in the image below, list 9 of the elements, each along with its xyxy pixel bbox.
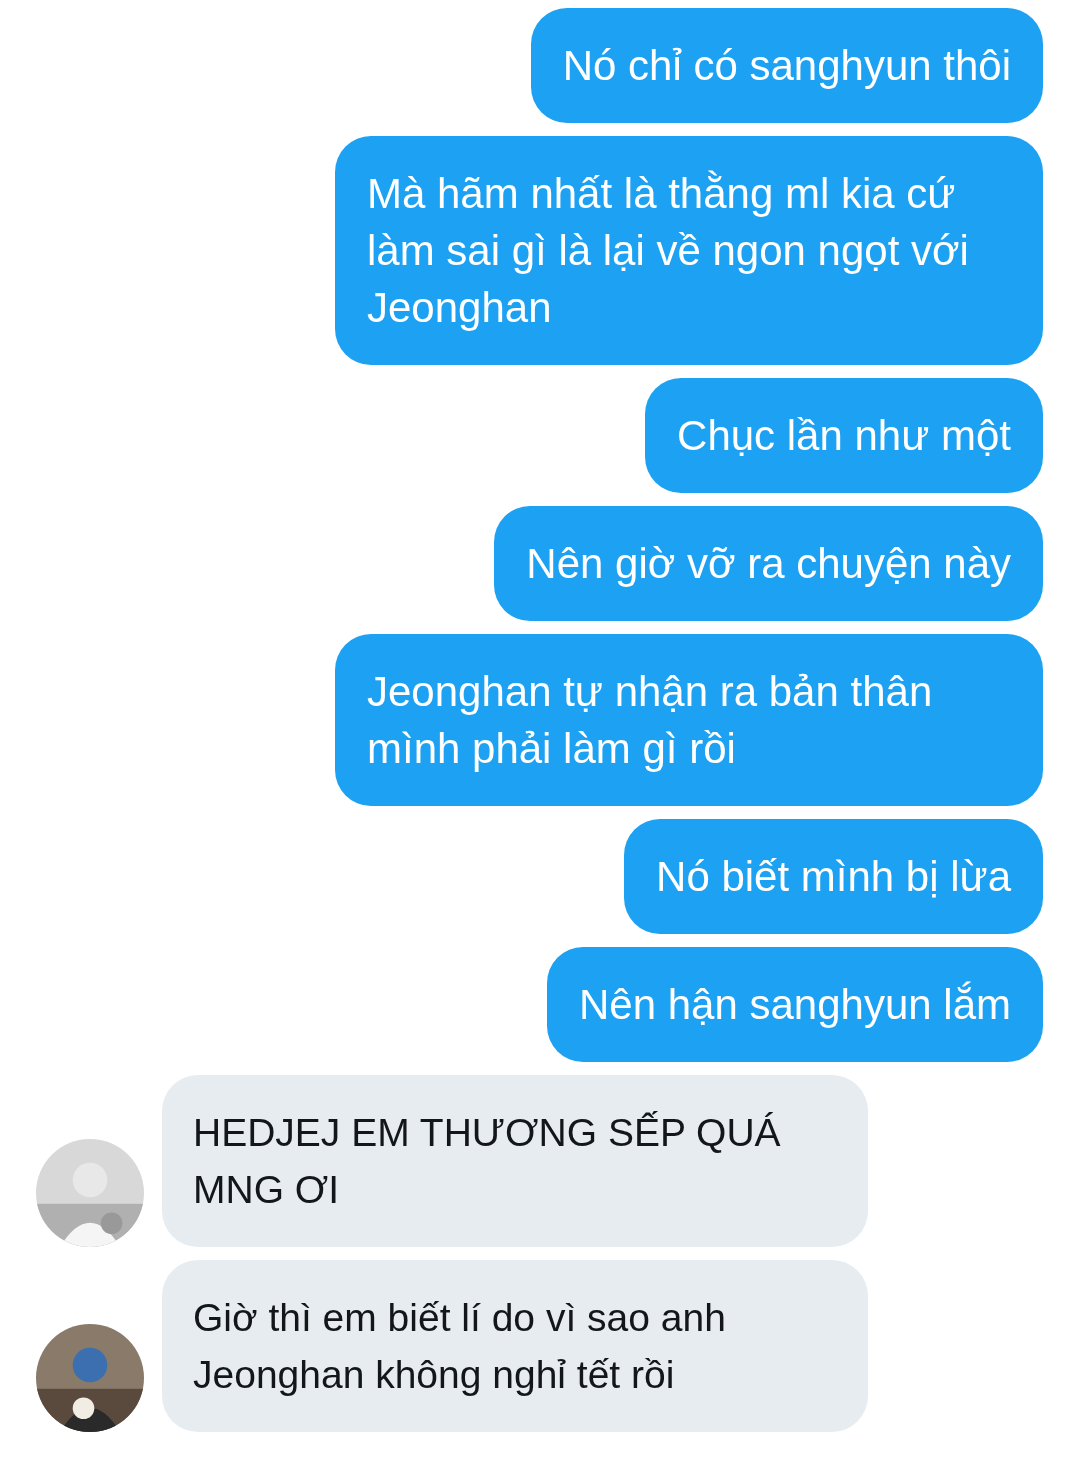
incoming-message: Giờ thì em biết lí do vì sao anh Jeonghan không nghỉ tết rồi [162,1260,868,1432]
incoming-message: HEDJEJ EM THƯƠNG SẾP QUÁ MNG ƠI [162,1075,868,1247]
outgoing-message: Nó biết mình bị lừa [624,819,1043,934]
outgoing-message: Chục lần như một [645,378,1043,493]
outgoing-message: Nên hận sanghyun lắm [547,947,1043,1062]
outgoing-message: Jeonghan tự nhận ra bản thân mình phải làm gì rồi [335,634,1043,806]
outgoing-message: Mà hãm nhất là thằng ml kia cứ làm sai gì là lại về ngon ngọt với Jeonghan [335,136,1043,365]
outgoing-message: Nên giờ vỡ ra chuyện này [494,506,1043,621]
outgoing-message: Nó chỉ có sanghyun thôi [530,8,1043,123]
